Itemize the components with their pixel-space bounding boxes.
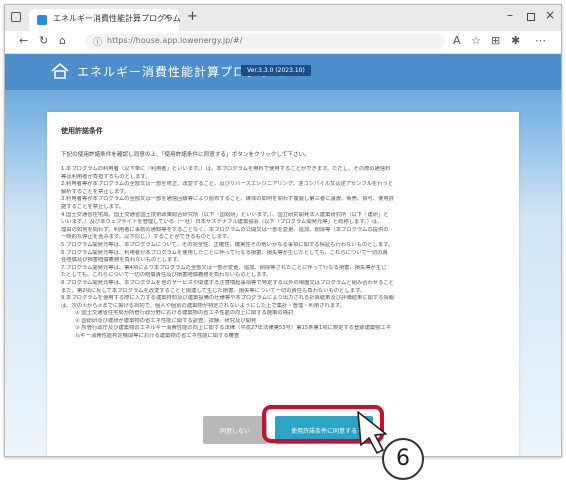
decline-button[interactable]: 同意しない [203, 416, 267, 444]
favicon-icon [37, 15, 47, 25]
more-icon[interactable]: ⋯ [535, 34, 546, 47]
tab-strip: エネルギー消費性能計算プログラム × + – × [5, 5, 561, 31]
tab-actions-icon[interactable] [11, 12, 21, 22]
terms-line: 4.国土交通省住宅局、国土交通省国土技術政策総合研究所（以下「国総研」といいます… [61, 211, 389, 218]
info-icon[interactable]: ⓘ [93, 35, 102, 48]
terms-line: 6.プログラム開発元等は、利用者が本プログラムを使用したことに伴って行なる損害、… [61, 249, 388, 256]
refresh-icon[interactable]: ↻ [39, 34, 48, 47]
back-icon[interactable]: ← [19, 34, 28, 47]
home-icon[interactable]: ⌂ [59, 34, 66, 47]
collections-icon[interactable]: ⊞ [491, 34, 500, 47]
terms-subitem: ルギー消費性能判定機関等における建築物の省エネ性能に関する審査 [75, 333, 240, 340]
terms-line: 理由の如何を問わず、利用者に事前の通知等をすることなく、本プログラムの公開又は一… [61, 226, 389, 233]
terms-intro: 下記の使用許諾条件を確認し同意の上、「使用許諾条件に同意する」ボタンをクリックし… [61, 152, 310, 158]
step-number-badge: 6 [382, 438, 424, 480]
terms-line: 9.本プログラムを使用する際に入力する建築材料及び建築設備の仕様等や本プログラム… [61, 295, 395, 302]
terms-line: 1.本プログラムの利用者（以下単に「利用者」といいます。）は、本プログラムを無料… [61, 166, 391, 172]
terms-line: 5.プログラム開発元等は、本プログラムについて、その完全性、正確性、確実性その他… [61, 241, 394, 248]
terms-line: 7.プログラム開発元等は、第4項により本プログラムの全部又は一部が変更、追加、削… [61, 264, 387, 271]
address-toolbar: ← ↻ ⌂ ⓘ https://house.app.lowenergy.jp/#… [5, 31, 561, 54]
terms-subitem: ① 国土交通省住宅局が所管行政分野における建築物の省エネ性能の向上に関する施策の… [75, 310, 294, 317]
tab-close-icon[interactable]: × [163, 12, 171, 23]
minimize-icon[interactable]: – [507, 8, 513, 22]
terms-line: また、第2項に反して本プログラムを改変することと関連して生じた損害、損失等につい… [61, 287, 366, 294]
address-bar[interactable]: ⓘ https://house.app.lowenergy.jp/#/ [85, 34, 445, 49]
terms-line: 2.利用者等が本プログラムの全部又は一部を修正、改変すること、及びリバースエンジ… [61, 181, 394, 188]
terms-line: 諾することを禁止します。 [61, 203, 125, 210]
browser-window: エネルギー消費性能計算プログラム × + – × ← ↻ ⌂ ⓘ https:/… [4, 4, 562, 457]
terms-subitem: ③ 所管行政庁及び建築物のエネルギー消費性能の向上に関する法律（平成27年法律第… [75, 325, 392, 332]
terms-line: 3.利用者等が本プログラムの全部又は一部を通信回線等により頒布すること、媒体の如… [61, 196, 394, 203]
terms-heading: 使用許諾条件 [61, 127, 103, 135]
new-tab-icon[interactable]: + [187, 9, 198, 24]
terms-line: 一時的な停止を含みます。以下同じ。）することができるものとします。 [61, 234, 232, 241]
house-logo-icon [51, 63, 69, 79]
version-badge: Ver.3.3.0 (2023.10) [241, 65, 311, 76]
extensions-icon[interactable]: ✱ [511, 34, 520, 47]
terms-line: いいます。）及び本ウェブサイトを管理している（一社）日本サステナブル建築協会（以… [61, 219, 383, 226]
terms-line: 解析することを禁止します。 [61, 188, 130, 195]
browser-tab[interactable]: エネルギー消費性能計算プログラム × [29, 9, 181, 31]
url-text: https://house.app.lowenergy.jp/#/ [107, 36, 243, 45]
terms-line: 8.プログラム開発元等は、本プログラムを他のサービスや関連する注意喚起事項等で特… [61, 279, 394, 286]
favorites-icon[interactable]: ☆ [471, 34, 481, 47]
terms-list: 1.本プログラムの利用者（以下単に「利用者」といいます。）は、本プログラムを無料… [61, 166, 507, 341]
terms-line: 任賠償及び損害賠償義務を負わないものとします。 [61, 257, 183, 264]
terms-subitem: ② 国総研及び建研が建築物の省エネ性能に関する調査、試験、研究及び開発 [75, 317, 257, 324]
page-content: エネルギー消費性能計算プログラム Ver.3.3.0 (2023.10) 使用許… [5, 54, 561, 456]
maximize-icon[interactable] [527, 13, 535, 21]
read-aloud-icon[interactable]: A [453, 34, 461, 47]
tab-title: エネルギー消費性能計算プログラム [53, 14, 181, 23]
terms-line: は、次の①から③までに掲げる目的で、個人や個別の建築物が特定されないようにした上… [61, 302, 346, 309]
window-close-icon[interactable]: × [545, 8, 555, 22]
terms-line: 等は利用者が負担するものとします。 [61, 173, 151, 180]
terms-line: たとしても、これらについて一切の賠償責任及び損害賠償義務を負わないものとします。 [61, 272, 272, 279]
app-header: エネルギー消費性能計算プログラム Ver.3.3.0 (2023.10) [5, 54, 561, 90]
